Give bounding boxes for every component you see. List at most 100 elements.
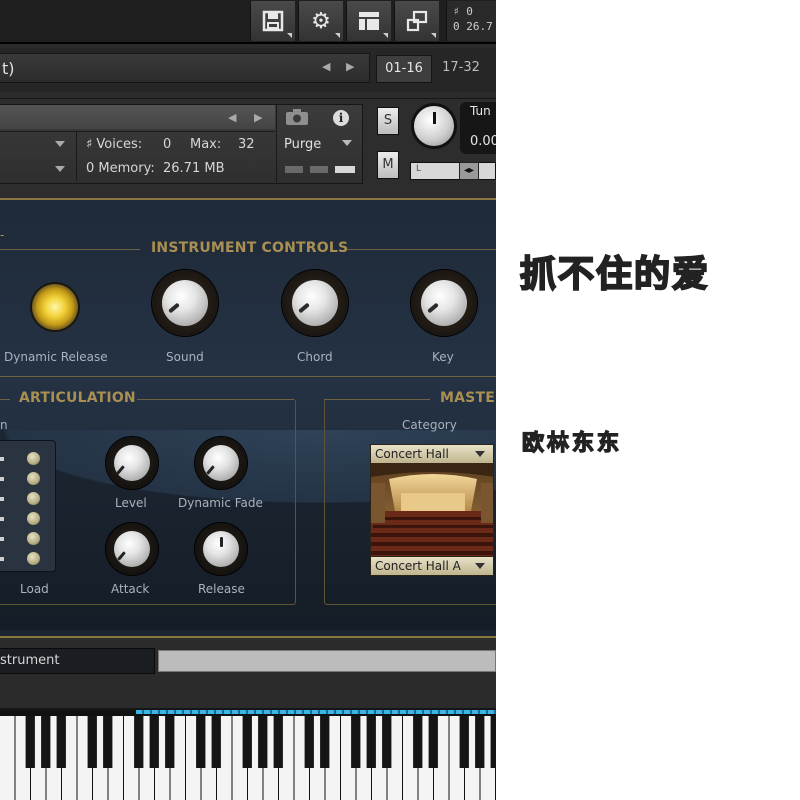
- info-icon[interactable]: i: [333, 110, 349, 126]
- divider: [0, 131, 275, 132]
- black-key[interactable]: [149, 716, 159, 768]
- sound-knob[interactable]: [152, 270, 218, 336]
- black-key[interactable]: [413, 716, 423, 768]
- slot-tick: [0, 477, 4, 481]
- max-voices-value[interactable]: 32: [238, 133, 255, 157]
- slot-tick: [0, 537, 4, 541]
- solo-button[interactable]: S: [377, 107, 399, 135]
- black-key[interactable]: [320, 716, 330, 768]
- save-button[interactable]: [250, 1, 295, 41]
- view-button[interactable]: [346, 1, 391, 41]
- instrument-tab[interactable]: strument: [0, 648, 155, 674]
- black-key[interactable]: [134, 716, 144, 768]
- slot-tick: [0, 557, 4, 561]
- dynamic-fade-knob[interactable]: [195, 437, 247, 489]
- instrument-prev-arrow-icon[interactable]: ◀: [228, 111, 236, 124]
- black-key[interactable]: [351, 716, 361, 768]
- tune-label: Tun: [470, 104, 491, 118]
- voices-row: ♯ Voices:: [86, 133, 142, 157]
- black-key[interactable]: [41, 716, 51, 768]
- key-range-indicator: [136, 710, 496, 714]
- black-key[interactable]: [196, 716, 206, 768]
- black-key[interactable]: [475, 716, 485, 768]
- black-key[interactable]: [273, 716, 283, 768]
- key-label: Key: [432, 350, 454, 364]
- camera-icon[interactable]: [285, 108, 309, 130]
- category-dropdown[interactable]: Concert Hall: [370, 444, 494, 464]
- instrument-next-arrow-icon[interactable]: ▶: [254, 111, 262, 124]
- concert-hall-image: [370, 463, 494, 556]
- page-01-16-button[interactable]: 01-16: [376, 55, 432, 83]
- memory-value: 26.71 MB: [163, 161, 225, 176]
- rack-next-arrow-icon[interactable]: ▶: [346, 60, 354, 73]
- black-key[interactable]: [103, 716, 113, 768]
- heading-line: [137, 399, 294, 400]
- piano-keyboard[interactable]: [0, 708, 496, 800]
- level-knob[interactable]: [106, 437, 158, 489]
- black-key[interactable]: [25, 716, 35, 768]
- options-button[interactable]: ⚙: [298, 1, 343, 41]
- articulation-title: ARTICULATION: [19, 390, 136, 406]
- black-key[interactable]: [304, 716, 314, 768]
- slot-led[interactable]: [27, 552, 40, 565]
- minimize-view-button[interactable]: [394, 1, 439, 41]
- preset-dropdown[interactable]: Concert Hall A: [370, 556, 494, 576]
- black-key[interactable]: [211, 716, 221, 768]
- black-key[interactable]: [87, 716, 97, 768]
- slot-led[interactable]: [27, 532, 40, 545]
- page-17-32-button[interactable]: 17-32: [434, 55, 488, 81]
- voices-label: ♯ Voices:: [86, 137, 143, 152]
- preset-value: Concert Hall A: [375, 559, 461, 573]
- chord-knob[interactable]: [282, 270, 348, 336]
- load-label: Load: [20, 582, 49, 596]
- section-divider: [0, 376, 496, 377]
- black-key[interactable]: [428, 716, 438, 768]
- attack-knob[interactable]: [106, 523, 158, 575]
- black-key[interactable]: [382, 716, 392, 768]
- midi-dropdown-arrow-icon[interactable]: [55, 166, 65, 172]
- keyboard-keys[interactable]: [0, 711, 496, 800]
- black-key[interactable]: [242, 716, 252, 768]
- dynamic-fade-label: Dynamic Fade: [178, 496, 263, 510]
- rack-prev-arrow-icon[interactable]: ◀: [322, 60, 330, 73]
- black-key[interactable]: [490, 716, 496, 768]
- heading-line: [324, 399, 430, 400]
- window-icon: [406, 10, 428, 32]
- black-key[interactable]: [165, 716, 175, 768]
- heading-line: [347, 249, 496, 250]
- voices-value: 0: [163, 137, 172, 152]
- instrument-controls-title: INSTRUMENT CONTROLS: [151, 240, 349, 256]
- song-artist: 欧林东东: [521, 430, 623, 456]
- white-key[interactable]: [0, 716, 15, 800]
- black-key[interactable]: [366, 716, 376, 768]
- sound-label: Sound: [166, 350, 204, 364]
- slot-led[interactable]: [27, 492, 40, 505]
- key-knob[interactable]: [411, 270, 477, 336]
- slot-led[interactable]: [27, 512, 40, 525]
- tab-area: [158, 650, 496, 672]
- heading-line: [0, 399, 10, 400]
- articulation-list-label: n: [0, 418, 8, 432]
- instrument-tab-label: strument: [0, 653, 60, 668]
- purge-dropdown-arrow-icon[interactable]: [342, 140, 352, 146]
- purge-meter-segment: [310, 166, 328, 173]
- mute-button[interactable]: M: [377, 151, 399, 179]
- black-key[interactable]: [459, 716, 469, 768]
- slot-led[interactable]: [27, 452, 40, 465]
- slot-led[interactable]: [27, 472, 40, 485]
- cpu-stats: ♯ 0 0 26.7: [446, 1, 496, 41]
- tune-knob[interactable]: [411, 103, 457, 149]
- black-key[interactable]: [258, 716, 268, 768]
- pan-slider-handle[interactable]: ◂▸: [459, 162, 479, 180]
- slot-tick: [0, 457, 4, 461]
- output-dropdown-arrow-icon[interactable]: [55, 141, 65, 147]
- multi-rack-title[interactable]: t): [0, 53, 370, 83]
- divider: [76, 131, 77, 181]
- stats-voices: ♯ 0: [453, 5, 473, 18]
- pan-slider[interactable]: [410, 162, 496, 180]
- release-knob[interactable]: [195, 523, 247, 575]
- purge-button[interactable]: Purge: [284, 133, 321, 157]
- dynamic-release-button[interactable]: [32, 284, 78, 330]
- master-title: MASTER: [440, 390, 496, 406]
- black-key[interactable]: [56, 716, 66, 768]
